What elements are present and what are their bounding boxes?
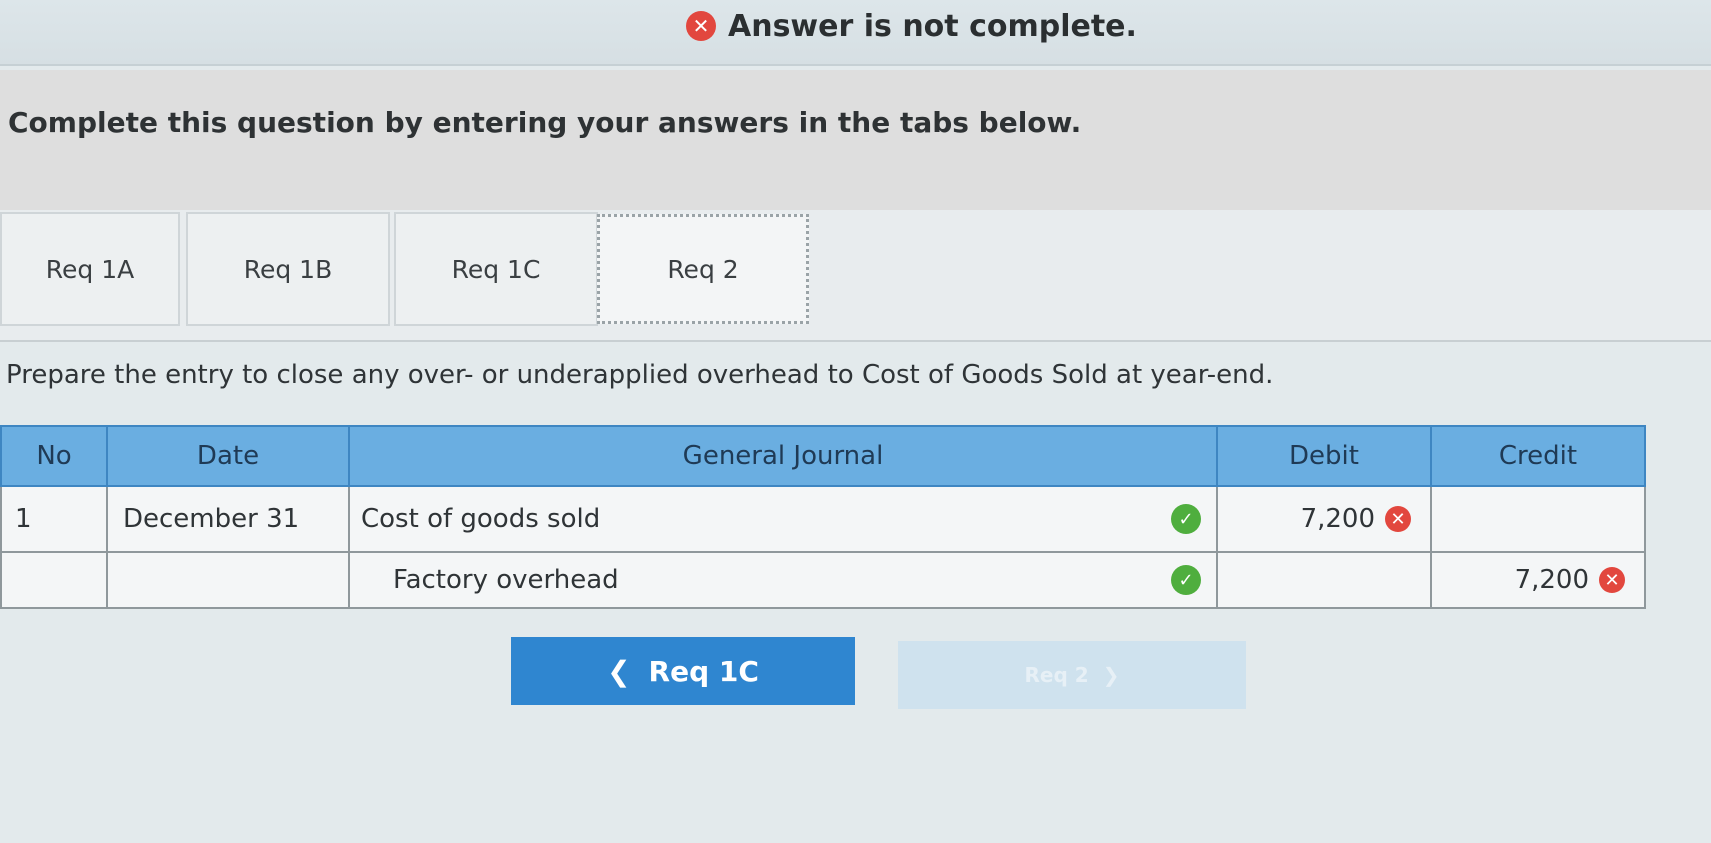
check-icon: ✓ <box>1171 565 1201 595</box>
date-cell[interactable] <box>106 551 350 609</box>
account-cell[interactable]: Cost of goods sold ✓ <box>348 485 1218 553</box>
answer-status-text: Answer is not complete. <box>728 8 1137 44</box>
row-no <box>3 554 105 606</box>
table-row: 1 December 31 Cost of goods sold ✓ 7,200… <box>0 485 1646 553</box>
instructions-panel: Complete this question by entering your … <box>0 70 1711 210</box>
header-no: No <box>0 425 108 487</box>
error-icon: ✕ <box>1385 506 1411 532</box>
tab-req-1a[interactable]: Req 1A <box>0 212 180 326</box>
debit-cell[interactable] <box>1216 551 1432 609</box>
debit-cell[interactable]: 7,200 ✕ <box>1216 485 1432 553</box>
header-date: Date <box>106 425 350 487</box>
table-header-row: No Date General Journal Debit Credit <box>0 425 1646 487</box>
next-button-label: Req 2 <box>1024 663 1089 687</box>
header-general-journal: General Journal <box>348 425 1218 487</box>
credit-cell[interactable]: 7,200 ✕ <box>1430 551 1646 609</box>
status-bar: ✕ Answer is not complete. <box>0 0 1711 66</box>
header-debit: Debit <box>1216 425 1432 487</box>
header-credit: Credit <box>1430 425 1646 487</box>
date-cell[interactable]: December 31 <box>106 485 350 553</box>
debit-amount: 7,200 <box>1300 504 1375 534</box>
row-no-cell <box>0 551 108 609</box>
tab-label: Req 2 <box>667 254 739 284</box>
prev-req-1c-button[interactable]: ❮ Req 1C <box>511 637 855 705</box>
row-no: 1 <box>15 504 32 534</box>
tab-req-2[interactable]: Req 2 <box>597 214 809 324</box>
tab-bar: Req 1A Req 1B Req 1C Req 2 <box>0 210 1711 342</box>
date-value: December 31 <box>123 504 300 534</box>
table-row: Factory overhead ✓ 7,200 ✕ <box>0 551 1646 609</box>
prev-button-label: Req 1C <box>648 654 759 688</box>
credit-cell[interactable] <box>1430 485 1646 553</box>
general-journal-table: No Date General Journal Debit Credit 1 D… <box>0 425 1646 609</box>
account-name: Cost of goods sold <box>361 504 601 534</box>
tab-req-1b[interactable]: Req 1B <box>186 212 390 326</box>
tab-label: Req 1A <box>45 254 135 284</box>
chevron-left-icon: ❮ <box>607 654 631 688</box>
date-value <box>109 554 347 606</box>
account-cell[interactable]: Factory overhead ✓ <box>348 551 1218 609</box>
credit-amount: 7,200 <box>1514 565 1589 595</box>
check-icon: ✓ <box>1171 504 1201 534</box>
instructions-text: Complete this question by entering your … <box>8 106 1082 139</box>
tab-label: Req 1B <box>243 254 333 284</box>
next-req-2-button[interactable]: Req 2 ❯ <box>898 641 1246 709</box>
row-no-cell: 1 <box>0 485 108 553</box>
chevron-right-icon: ❯ <box>1102 663 1120 687</box>
tab-req-1c[interactable]: Req 1C <box>394 212 598 326</box>
answer-status: ✕ Answer is not complete. <box>686 6 1137 46</box>
question-prompt: Prepare the entry to close any over- or … <box>6 360 1274 390</box>
tab-label: Req 1C <box>451 254 541 284</box>
error-icon: ✕ <box>686 11 716 41</box>
account-name: Factory overhead <box>393 565 619 595</box>
error-icon: ✕ <box>1599 567 1625 593</box>
